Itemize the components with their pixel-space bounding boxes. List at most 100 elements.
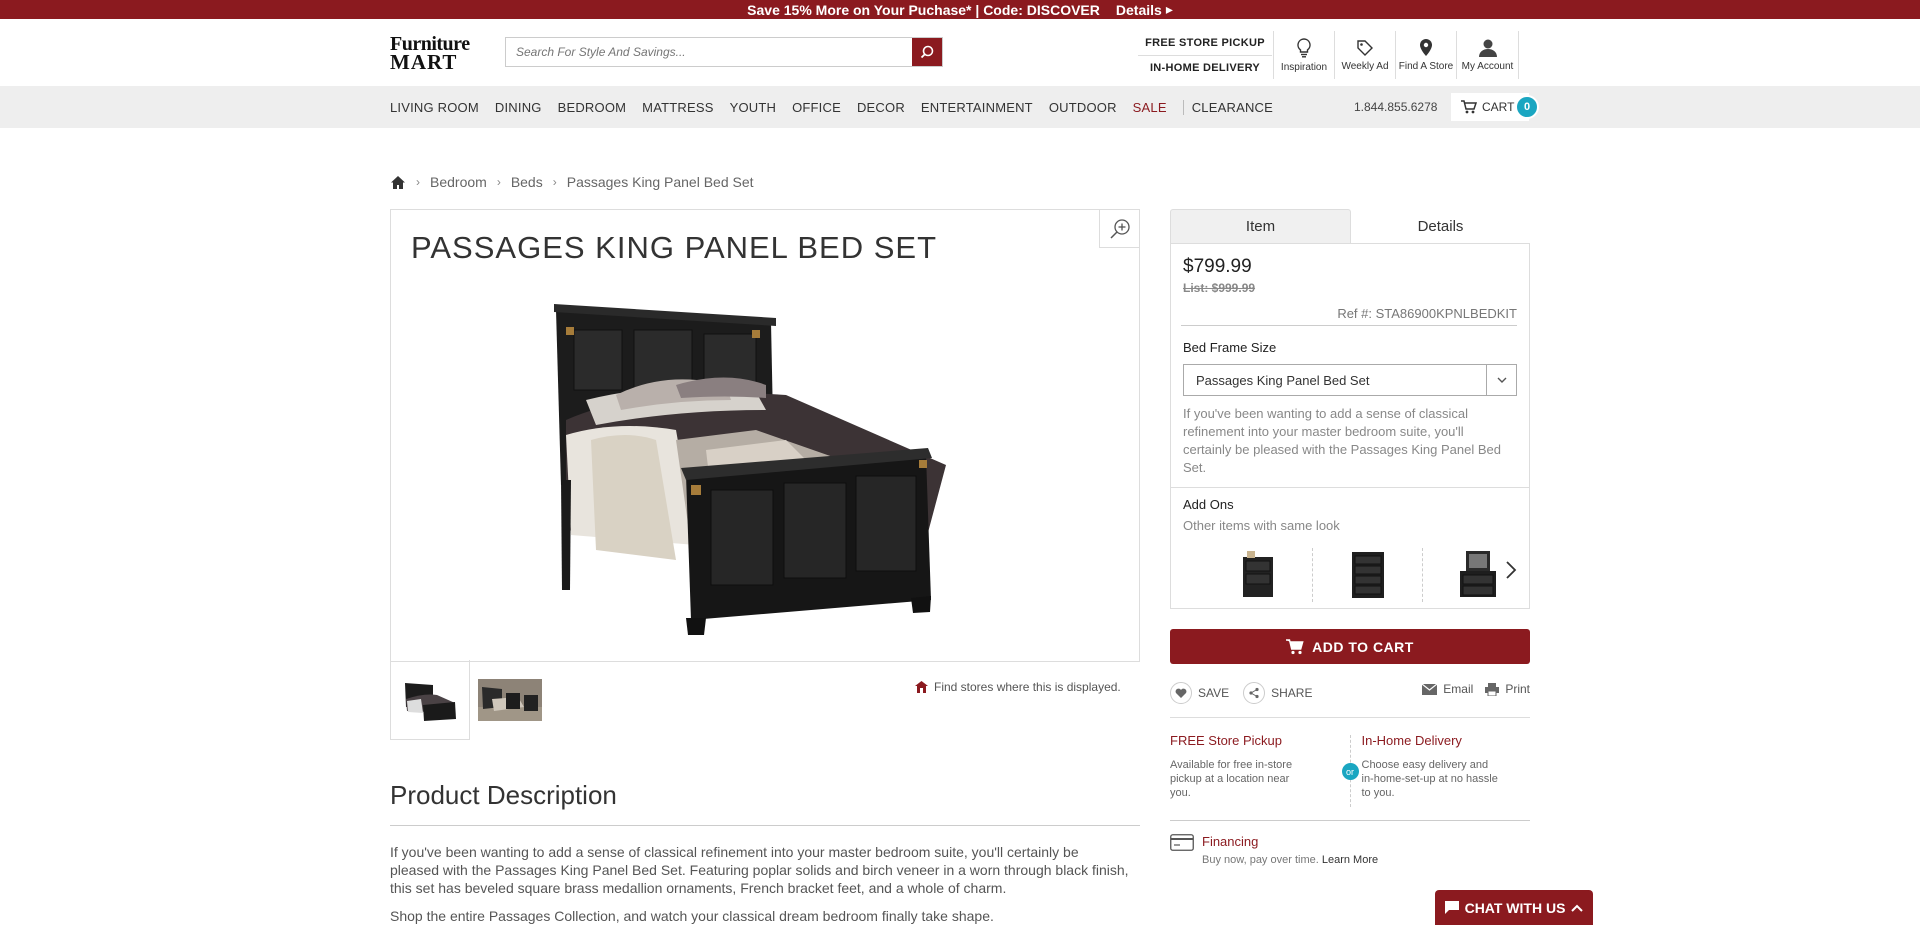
breadcrumb-beds[interactable]: Beds bbox=[511, 174, 543, 190]
product-summary: If you've been wanting to add a sense of… bbox=[1183, 406, 1501, 475]
tag-icon bbox=[1357, 39, 1373, 56]
nav-sale[interactable]: SALE bbox=[1133, 100, 1183, 115]
nav-mattress[interactable]: MATTRESS bbox=[642, 100, 729, 115]
nav-bedroom[interactable]: BEDROOM bbox=[558, 100, 643, 115]
product-description-heading: Product Description bbox=[390, 780, 1140, 826]
home-icon[interactable] bbox=[390, 175, 406, 190]
save-button[interactable]: SAVE bbox=[1170, 682, 1229, 704]
free-store-pickup-link[interactable]: FREE STORE PICKUP bbox=[1138, 31, 1272, 56]
phone-number[interactable]: 1.844.855.6278 bbox=[1354, 100, 1437, 114]
credit-card-icon bbox=[1170, 834, 1194, 851]
share-label: SHARE bbox=[1271, 686, 1313, 700]
chat-label: CHAT WITH US bbox=[1464, 899, 1566, 916]
fulfillment-options: FREE Store Pickup Available for free in-… bbox=[1170, 733, 1530, 821]
tab-details[interactable]: Details bbox=[1351, 209, 1530, 243]
financing-title[interactable]: Financing bbox=[1202, 834, 1378, 849]
inspiration-label: Inspiration bbox=[1280, 61, 1328, 73]
my-account-link[interactable]: My Account bbox=[1456, 31, 1519, 79]
share-button[interactable]: SHARE bbox=[1243, 682, 1312, 704]
nav-living-room[interactable]: LIVING ROOM bbox=[390, 100, 495, 115]
search-icon bbox=[920, 45, 934, 59]
weekly-ad-link[interactable]: Weekly Ad bbox=[1334, 31, 1395, 79]
tab-item[interactable]: Item bbox=[1170, 209, 1351, 243]
site-header: Furniture MART FREE STORE PICKUP IN-HOME… bbox=[0, 19, 1920, 86]
cart-button[interactable]: CART 0 bbox=[1451, 93, 1539, 121]
add-on-nightstand[interactable] bbox=[1203, 548, 1313, 602]
weekly-ad-label: Weekly Ad bbox=[1341, 60, 1389, 72]
product-actions: SAVE SHARE Email Print bbox=[1170, 682, 1530, 718]
bed-frame-size-value: Passages King Panel Bed Set bbox=[1196, 372, 1370, 388]
sale-price: $799.99 bbox=[1183, 256, 1252, 277]
nav-entertainment[interactable]: ENTERTAINMENT bbox=[921, 100, 1049, 115]
thumbnail-strip bbox=[390, 660, 550, 740]
find-a-store-link[interactable]: Find A Store bbox=[1395, 31, 1456, 79]
add-to-cart-button[interactable]: ADD TO CART bbox=[1170, 629, 1530, 664]
logo[interactable]: Furniture MART bbox=[390, 34, 486, 73]
my-account-label: My Account bbox=[1461, 60, 1514, 72]
bed-frame-size-label: Bed Frame Size bbox=[1183, 340, 1277, 355]
nav-outdoor[interactable]: OUTDOOR bbox=[1049, 100, 1133, 115]
delivery-title: In-Home Delivery bbox=[1361, 733, 1462, 748]
product-tabs: Item Details bbox=[1170, 209, 1530, 243]
financing-text: Buy now, pay over time. bbox=[1202, 854, 1319, 866]
add-ons-title: Add Ons bbox=[1183, 497, 1234, 512]
zoom-in-icon bbox=[1109, 218, 1130, 239]
chevron-right-icon[interactable] bbox=[1505, 560, 1517, 580]
zoom-button[interactable] bbox=[1099, 210, 1139, 248]
heart-icon bbox=[1170, 682, 1192, 704]
header-icons: Inspiration Weekly Ad Find A Store My Ac… bbox=[1273, 31, 1519, 79]
cart-count-badge: 0 bbox=[1515, 95, 1539, 119]
promo-bar: Save 15% More on Your Puchase* | Code: D… bbox=[0, 0, 1920, 19]
service-links: FREE STORE PICKUP IN-HOME DELIVERY bbox=[1138, 31, 1272, 81]
find-stores-label: Find stores where this is displayed. bbox=[934, 680, 1121, 694]
nav-dining[interactable]: DINING bbox=[495, 100, 558, 115]
search-input[interactable] bbox=[506, 38, 912, 66]
pickup-text: Available for free in-store pickup at a … bbox=[1170, 759, 1293, 799]
bed-frame-size-select[interactable]: Passages King Panel Bed Set bbox=[1183, 364, 1517, 396]
cart-icon bbox=[1461, 100, 1477, 114]
chevron-right-icon: › bbox=[496, 175, 501, 189]
breadcrumb: › Bedroom › Beds › Passages King Panel B… bbox=[390, 174, 754, 190]
find-stores-link[interactable]: Find stores where this is displayed. bbox=[915, 680, 1121, 694]
chat-icon bbox=[1444, 901, 1459, 914]
nav-youth[interactable]: YOUTH bbox=[730, 100, 793, 115]
cart-icon bbox=[1286, 638, 1304, 654]
promo-details-label: Details bbox=[1115, 1, 1162, 18]
delivery-text: Choose easy delivery and in-home-set-up … bbox=[1361, 759, 1498, 799]
chat-with-us-button[interactable]: CHAT WITH US bbox=[1435, 890, 1593, 925]
dresser-mirror-image bbox=[1460, 551, 1496, 597]
promo-text: Save 15% More on Your Puchase* | Code: D… bbox=[747, 1, 1100, 18]
nightstand-image bbox=[1242, 551, 1273, 597]
inspiration-link[interactable]: Inspiration bbox=[1273, 31, 1334, 79]
chevron-down-icon bbox=[1486, 365, 1516, 395]
nav-decor[interactable]: DECOR bbox=[857, 100, 921, 115]
nav-office[interactable]: OFFICE bbox=[792, 100, 857, 115]
search-bar bbox=[505, 37, 943, 67]
find-a-store-label: Find A Store bbox=[1398, 61, 1454, 72]
save-label: SAVE bbox=[1198, 686, 1230, 700]
search-button[interactable] bbox=[912, 38, 942, 66]
thumbnail-1[interactable] bbox=[390, 660, 470, 740]
nav-clearance[interactable]: CLEARANCE bbox=[1182, 99, 1289, 115]
thumbnail-image bbox=[478, 679, 542, 721]
product-description-text: If you've been wanting to add a sense of… bbox=[390, 844, 1129, 896]
item-panel: $799.99 List: $999.99 Ref #: STA86900KPN… bbox=[1170, 243, 1530, 609]
financing-text-row: Buy now, pay over time. Learn More bbox=[1202, 854, 1378, 866]
store-icon bbox=[915, 681, 928, 693]
print-button[interactable]: Print bbox=[1485, 682, 1530, 696]
learn-more-link[interactable]: Learn More bbox=[1322, 854, 1378, 866]
breadcrumb-bedroom[interactable]: Bedroom bbox=[430, 174, 487, 190]
free-store-pickup-option[interactable]: FREE Store Pickup Available for free in-… bbox=[1170, 733, 1339, 820]
product-title: PASSAGES KING PANEL BED SET bbox=[411, 230, 938, 265]
email-button[interactable]: Email bbox=[1422, 682, 1473, 696]
or-divider: or bbox=[1339, 733, 1362, 820]
in-home-delivery-link[interactable]: IN-HOME DELIVERY bbox=[1138, 56, 1272, 81]
product-image[interactable] bbox=[526, 300, 1006, 640]
thumbnail-2[interactable] bbox=[470, 660, 550, 740]
in-home-delivery-option[interactable]: In-Home Delivery Choose easy delivery an… bbox=[1362, 733, 1531, 820]
add-on-chest[interactable] bbox=[1313, 548, 1423, 602]
promo-details-link[interactable]: Details ▸ bbox=[1116, 1, 1173, 18]
main-nav: LIVING ROOM DINING BEDROOM MATTRESS YOUT… bbox=[0, 86, 1920, 128]
lightbulb-icon bbox=[1297, 37, 1311, 57]
add-ons-section: Add Ons Other items with same look bbox=[1171, 487, 1529, 609]
